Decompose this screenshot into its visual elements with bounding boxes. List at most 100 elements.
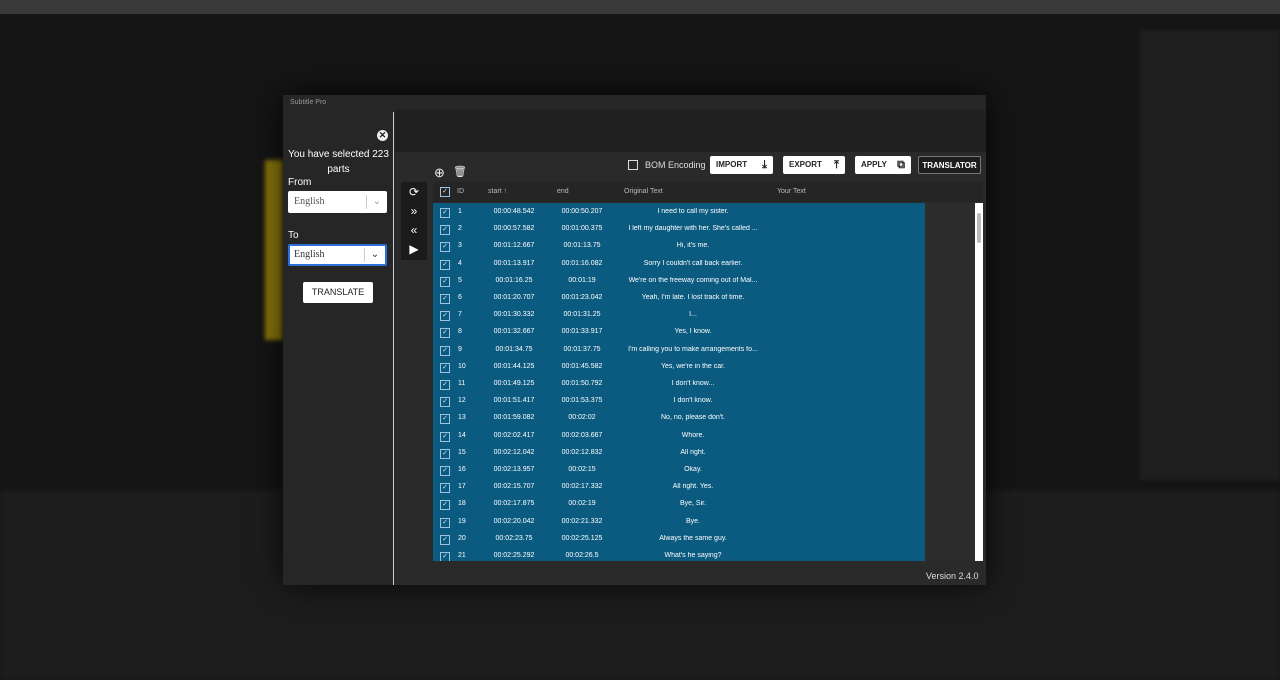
header-id[interactable]: ID: [457, 188, 464, 195]
import-button[interactable]: IMPORT ⤓: [710, 156, 773, 174]
table-row[interactable]: ✓ 11 00:01:49.125 00:01:50.792 I don't know.…: [433, 376, 925, 393]
double-chevron-right-icon[interactable]: »: [401, 202, 427, 220]
table-row[interactable]: ✓ 15 00:02:12.042 00:02:12.832 All right.: [433, 445, 925, 462]
row-checkbox[interactable]: ✓: [440, 311, 450, 322]
row-checkbox[interactable]: ✓: [440, 466, 450, 476]
translator-button[interactable]: TRANSLATOR: [918, 156, 981, 174]
download-icon: ⤓: [762, 159, 767, 171]
table-row[interactable]: ✓ 8 00:01:32.667 00:01:33.917 Yes, I know.: [433, 324, 925, 341]
table-row[interactable]: ✓ 1 00:00:48.542 00:00:50.207 I need to call…: [433, 204, 925, 221]
row-checkbox[interactable]: ✓: [440, 534, 450, 545]
add-icon[interactable]: ⊕: [434, 165, 445, 181]
header-start[interactable]: start ↑: [488, 188, 507, 195]
row-checkbox[interactable]: ✓: [440, 225, 450, 236]
row-checkbox[interactable]: ✓: [440, 517, 450, 528]
row-start: 00:01:13.917: [493, 259, 535, 267]
row-checkbox[interactable]: ✓: [440, 328, 450, 339]
apply-button[interactable]: APPLY ⧉: [855, 156, 911, 174]
header-your-text[interactable]: Your Text: [777, 188, 806, 195]
table-row[interactable]: ✓ 3 00:01:12.667 00:01:13.75 Hi, it's me.: [433, 238, 925, 255]
row-end: 00:02:12.832: [561, 448, 603, 456]
row-checkbox[interactable]: ✓: [440, 448, 450, 459]
vertical-scrollbar[interactable]: [975, 203, 983, 561]
row-id: 10: [458, 362, 466, 370]
host-app-menubar: [0, 0, 1280, 14]
video-icon[interactable]: ▶: [401, 240, 427, 258]
table-row[interactable]: ✓ 13 00:01:59.082 00:02:02 No, no, please do…: [433, 410, 925, 427]
to-language-select[interactable]: English ⌄: [288, 244, 387, 266]
host-app-right-panel: [1140, 30, 1280, 480]
row-end: 00:02:02: [568, 414, 596, 422]
row-checkbox[interactable]: ✓: [440, 208, 450, 218]
row-checkbox[interactable]: ✓: [440, 397, 450, 408]
row-checkbox[interactable]: ✓: [440, 294, 450, 304]
subtitle-rows: ✓ 1 00:00:48.542 00:00:50.207 I need to call…: [433, 203, 925, 561]
from-language-value: English: [294, 196, 325, 207]
row-checkbox[interactable]: ✓: [440, 500, 450, 511]
header-strip: [395, 110, 986, 152]
table-row[interactable]: ✓ 5 00:01:16.25 00:01:19 We're on the freewa…: [433, 273, 925, 290]
row-checkbox[interactable]: ✓: [440, 380, 450, 390]
table-row[interactable]: ✓ 17 00:02:15.707 00:02:17.332 All right. Ye…: [433, 479, 925, 496]
header-end[interactable]: end: [557, 188, 569, 195]
table-row[interactable]: ✓ 9 00:01:34.75 00:01:37.75 I'm calling you …: [433, 342, 925, 359]
row-checkbox[interactable]: ✓: [440, 276, 450, 287]
row-end: 00:01:23.042: [561, 294, 603, 301]
row-checkbox[interactable]: ✓: [440, 431, 450, 442]
table-row[interactable]: ✓ 6 00:01:20.707 00:01:23.042 Yeah, I'm late…: [433, 290, 925, 307]
row-checkbox[interactable]: ✓: [440, 483, 450, 494]
table-row[interactable]: ✓ 10 00:01:44.125 00:01:45.582 Yes, we're in…: [433, 359, 925, 376]
row-original-text: I don't know.: [673, 397, 713, 405]
to-language-value: English: [294, 249, 325, 260]
row-end: 00:00:50.207: [561, 208, 603, 215]
row-checkbox[interactable]: ✓: [440, 259, 450, 270]
row-checkbox[interactable]: ✓: [440, 414, 450, 425]
table-row[interactable]: ✓ 12 00:01:51.417 00:01:53.375 I don't know.: [433, 393, 925, 410]
table-row[interactable]: ✓ 18 00:02:17.875 00:02:19 Bye, Sir.: [433, 496, 925, 513]
select-all-checkbox[interactable]: ✓: [440, 187, 450, 197]
row-start: 00:02:23.75: [495, 534, 533, 542]
close-icon[interactable]: ✕: [377, 130, 388, 141]
trash-icon[interactable]: 🗑: [453, 165, 467, 178]
row-start: 00:01:12.667: [493, 242, 535, 250]
export-button[interactable]: EXPORT ⤒: [783, 156, 845, 174]
from-label: From: [288, 177, 312, 188]
row-checkbox[interactable]: ✓: [440, 362, 450, 373]
row-id: 4: [458, 259, 462, 267]
row-end: 00:01:45.582: [561, 362, 603, 370]
refresh-icon[interactable]: ⟳: [401, 183, 427, 201]
row-original-text: No, no, please don't.: [661, 414, 725, 422]
row-end: 00:02:21.332: [561, 517, 603, 525]
table-row[interactable]: ✓ 14 00:02:02.417 00:02:03.667 Whore.: [433, 428, 925, 445]
row-start: 00:01:34.75: [495, 345, 533, 353]
table-row[interactable]: ✓ 20 00:02:23.75 00:02:25.125 Always the sam…: [433, 531, 925, 548]
side-toolbar: ⟳ » « ▶: [401, 182, 427, 260]
row-checkbox[interactable]: ✓: [440, 552, 450, 561]
table-row[interactable]: ✓ 21 00:02:25.292 00:02:26.5 What's he sayin…: [433, 548, 925, 561]
table-row[interactable]: ✓ 16 00:02:13.957 00:02:15 Okay.: [433, 462, 925, 479]
row-start: 00:01:16.25: [495, 276, 533, 284]
row-original-text: Hi, it's me.: [676, 242, 710, 250]
row-checkbox[interactable]: ✓: [440, 242, 450, 253]
row-start: 00:02:13.957: [493, 466, 535, 473]
table-row[interactable]: ✓ 2 00:00:57.582 00:01:00.375 I left my daug…: [433, 221, 925, 238]
double-chevron-left-icon[interactable]: «: [401, 221, 427, 239]
row-id: 6: [458, 294, 462, 301]
row-original-text: Okay.: [684, 466, 702, 473]
scrollbar-thumb[interactable]: [977, 213, 981, 243]
row-checkbox[interactable]: ✓: [440, 345, 450, 356]
table-row[interactable]: ✓ 7 00:01:30.332 00:01:31.25 I...: [433, 307, 925, 324]
bom-encoding-label: BOM Encoding: [645, 160, 706, 170]
translate-panel: ✕ You have selected 223 parts From Engli…: [283, 110, 394, 585]
row-end: 00:01:37.75: [563, 345, 601, 353]
translate-button[interactable]: TRANSLATE: [303, 282, 373, 303]
chevron-down-icon: ⌄: [364, 248, 385, 262]
from-language-select[interactable]: English ⌄: [288, 191, 387, 213]
bom-encoding-checkbox[interactable]: [628, 160, 638, 170]
table-row[interactable]: ✓ 4 00:01:13.917 00:01:16.082 Sorry I couldn…: [433, 256, 925, 273]
table-row[interactable]: ✓ 19 00:02:20.042 00:02:21.332 Bye.: [433, 514, 925, 531]
selection-summary: You have selected 223 parts: [288, 149, 389, 175]
row-end: 00:02:19: [568, 500, 596, 508]
header-original-text[interactable]: Original Text: [624, 188, 663, 195]
row-start: 00:02:12.042: [493, 448, 535, 456]
